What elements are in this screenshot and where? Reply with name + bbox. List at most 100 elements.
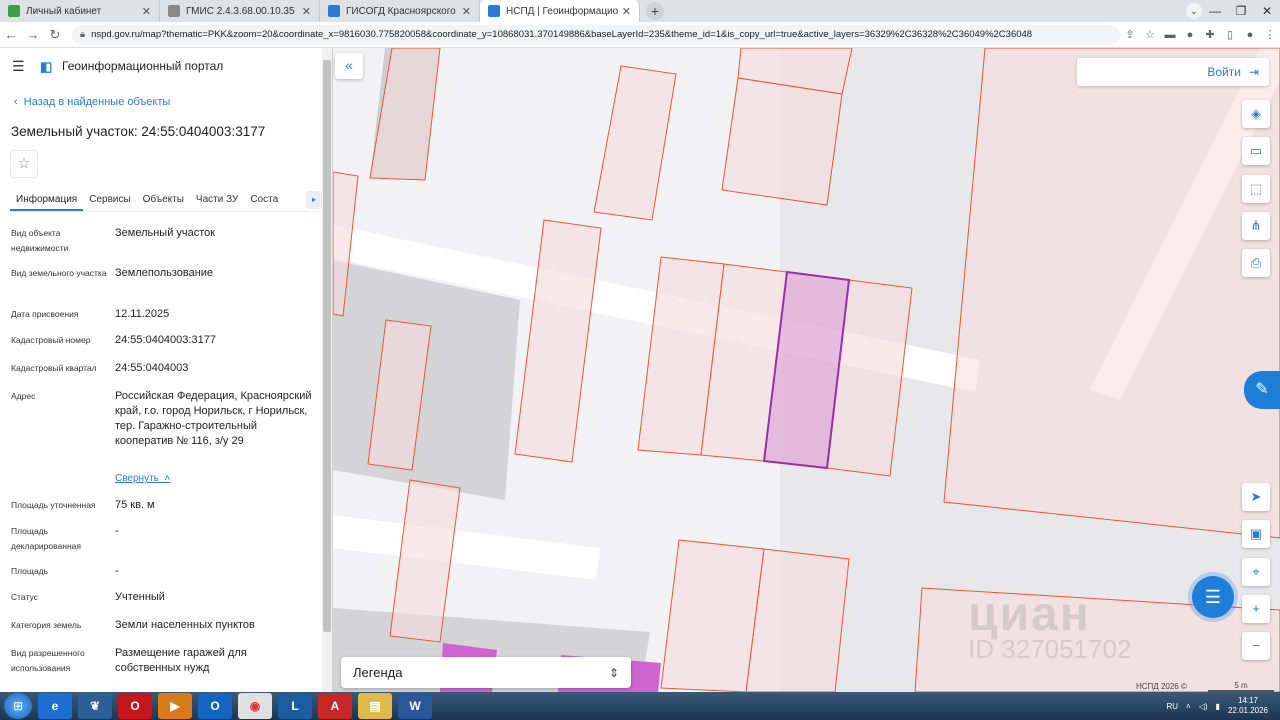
field-key: Площадь декларированная: [11, 526, 81, 551]
panel-scrollbar[interactable]: [322, 48, 332, 692]
cadastral-map: [333, 48, 1280, 692]
share-icon[interactable]: ⇪: [1120, 28, 1140, 41]
field-key: Вид разрешенного использования: [11, 648, 85, 673]
outlook-icon[interactable]: O: [198, 693, 232, 719]
login-button[interactable]: Войти ⇥: [1077, 58, 1269, 86]
close-window-icon[interactable]: ✕: [1254, 4, 1280, 18]
language-indicator[interactable]: RU: [1166, 702, 1178, 711]
parcel[interactable]: [745, 548, 850, 692]
explorer-folder-icon[interactable]: ▤: [358, 693, 392, 719]
media-player-icon[interactable]: ▶: [158, 693, 192, 719]
bookmark-star-icon[interactable]: ☆: [1140, 28, 1160, 41]
clock-time: 14:17: [1237, 696, 1258, 705]
close-icon[interactable]: ✕: [142, 5, 151, 18]
opera-icon[interactable]: O: [118, 693, 152, 719]
forward-arrow-icon[interactable]: →: [22, 27, 44, 42]
collapse-link[interactable]: Свернуть ˄: [115, 473, 170, 484]
select-area-icon[interactable]: ⬚: [1242, 175, 1270, 203]
maximize-icon[interactable]: ❐: [1228, 4, 1254, 18]
scrollbar-thumb[interactable]: [323, 60, 331, 632]
parcel[interactable]: [943, 48, 1280, 539]
url-field[interactable]: 🔒︎ nspd.gov.ru/map?thematic=PKK&zoom=20&…: [72, 24, 1120, 45]
tab-services[interactable]: Сервисы: [83, 190, 136, 211]
share-icon[interactable]: ⋔: [1242, 212, 1270, 240]
field-value: Земельный участок: [115, 227, 216, 239]
word-icon[interactable]: W: [398, 693, 432, 719]
browser-tab-1[interactable]: Личный кабинет ✕: [0, 0, 160, 22]
back-arrow-icon[interactable]: ←: [0, 27, 22, 42]
url-text: nspd.gov.ru/map?thematic=PKK&zoom=20&coo…: [91, 29, 1033, 40]
hamburger-menu-icon[interactable]: ☰: [12, 58, 26, 75]
chevron-up-icon: ˄: [164, 473, 171, 484]
portal-logo-icon: ◧: [40, 59, 53, 74]
feedback-icon[interactable]: ✎: [1244, 371, 1280, 409]
field-key: Категория земель: [11, 620, 82, 630]
bird-app-icon[interactable]: ❦: [78, 693, 112, 719]
clock[interactable]: 14:17 22.01.2026: [1228, 696, 1268, 716]
lock-icon[interactable]: 🔒︎: [80, 29, 85, 40]
close-icon[interactable]: ✕: [622, 5, 631, 18]
tab-composition[interactable]: Соста: [244, 190, 284, 211]
tab-search-icon[interactable]: ⌄: [1186, 3, 1202, 19]
info-panel: ☰ ◧ Геоинформационный портал ‹ Назад в н…: [0, 48, 333, 692]
extension-icon[interactable]: ●: [1180, 29, 1200, 41]
minimize-icon[interactable]: —: [1202, 4, 1228, 18]
field-value: 12.11.2025: [115, 308, 170, 320]
chat-icon[interactable]: ☰: [1192, 576, 1234, 618]
tab-label: НСПД | Геоинформационный п: [506, 5, 618, 17]
browser-tab-3[interactable]: ГИСОГД Красноярского края ✕: [320, 0, 480, 22]
minimap-icon[interactable]: ▣: [1242, 520, 1270, 548]
reload-icon[interactable]: ↻: [44, 27, 66, 43]
road: [333, 515, 600, 580]
menu-dots-icon[interactable]: ⋮: [1260, 28, 1280, 41]
new-tab-button[interactable]: +: [646, 2, 664, 20]
tab-information[interactable]: Информация: [10, 190, 84, 211]
start-button[interactable]: ⊞: [4, 693, 32, 719]
ie-icon[interactable]: e: [38, 693, 72, 719]
profile-icon[interactable]: ●: [1240, 29, 1260, 41]
parcel[interactable]: [369, 48, 441, 181]
collapse-panel-button[interactable]: «: [335, 53, 363, 79]
watermark-id: ID 327051702: [968, 634, 1132, 664]
network-icon[interactable]: ▮: [1216, 702, 1220, 711]
chrome-icon[interactable]: ◉: [238, 693, 272, 719]
tab-objects[interactable]: Объекты: [137, 190, 190, 211]
parcel[interactable]: [593, 65, 677, 221]
zoom-out-icon[interactable]: −: [1242, 632, 1270, 660]
extension-icon[interactable]: ▬: [1160, 29, 1180, 41]
tray-arrow-icon[interactable]: ˄: [1186, 702, 1191, 711]
geolocation-icon[interactable]: ➤: [1242, 483, 1270, 511]
acrobat-icon[interactable]: A: [318, 693, 352, 719]
close-icon[interactable]: ✕: [462, 5, 471, 18]
tabs-scroll-right-icon[interactable]: ▸: [306, 191, 322, 209]
address-bar: ← → ↻ 🔒︎ nspd.gov.ru/map?thematic=PKK&zo…: [0, 22, 1280, 48]
field-key: Статус: [11, 592, 38, 602]
parcel[interactable]: [514, 219, 602, 463]
portal-title: Геоинформационный портал: [62, 59, 224, 73]
volume-icon[interactable]: ◁): [1199, 702, 1208, 711]
building-block: [333, 260, 520, 500]
back-to-results-link[interactable]: ‹ Назад в найденные объекты: [14, 96, 170, 108]
chevron-left-icon: ‹: [14, 96, 18, 108]
collapse-label: Свернуть: [115, 473, 159, 484]
lync-icon[interactable]: L: [278, 693, 312, 719]
info-tabs: Информация Сервисы Объекты Части ЗУ Сост…: [10, 190, 322, 212]
close-icon[interactable]: ✕: [302, 5, 311, 18]
zoom-in-icon[interactable]: +: [1242, 595, 1270, 623]
window-controls: — ❐ ✕: [1202, 0, 1280, 22]
parcel[interactable]: [721, 77, 843, 206]
puzzle-icon[interactable]: ✚: [1200, 28, 1220, 41]
print-icon[interactable]: ⎙: [1242, 249, 1270, 277]
tab-parcel-parts[interactable]: Части ЗУ: [190, 190, 244, 211]
location-pin-icon[interactable]: ⌖: [1242, 558, 1270, 586]
ruler-icon[interactable]: ▭: [1242, 137, 1270, 165]
map-canvas[interactable]: [333, 48, 1280, 692]
login-icon: ⇥: [1248, 65, 1259, 79]
favorite-star-icon[interactable]: ☆: [10, 150, 38, 178]
sidebar-icon[interactable]: ▯: [1220, 28, 1240, 41]
layers-icon[interactable]: ◈: [1242, 100, 1270, 128]
browser-tab-2[interactable]: ГМИС 2.4.3.68.00.10.35 ✕: [160, 0, 320, 22]
legend-select[interactable]: Легенда ⇕: [341, 657, 631, 688]
browser-tab-4[interactable]: НСПД | Геоинформационный п ✕: [480, 0, 640, 22]
field-key: Площадь уточненная: [11, 500, 96, 510]
